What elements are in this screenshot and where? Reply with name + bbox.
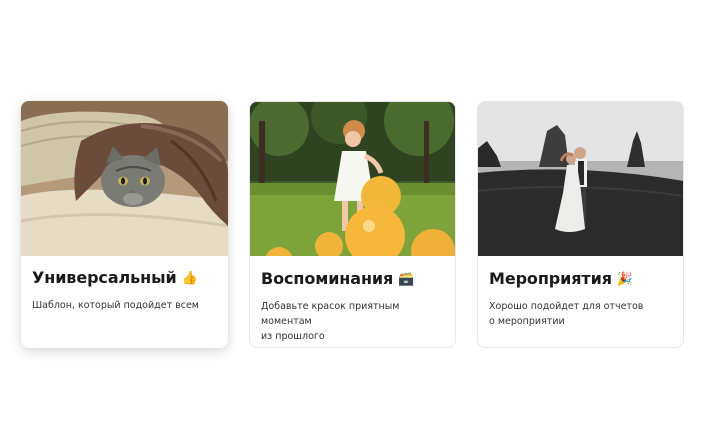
template-description: Хорошо подойдет для отчетов о мероприяти…	[489, 301, 644, 327]
template-card-memories[interactable]: Воспоминания 🗃️ Добавьте красок приятным …	[249, 101, 456, 348]
template-title: Воспоминания 🗃️	[261, 269, 415, 288]
template-photo-girl-balloons	[250, 102, 455, 256]
card-file-box-icon: 🗃️	[398, 272, 415, 287]
template-description: Шаблон, который подойдет всем	[32, 300, 199, 311]
template-photo-cat	[21, 101, 228, 256]
party-popper-icon: 🎉	[616, 272, 633, 287]
template-description: Добавьте красок приятным моментам из про…	[261, 301, 400, 342]
template-card-events[interactable]: Мероприятия 🎉 Хорошо подойдет для отчетов…	[477, 101, 684, 348]
thumbs-up-icon: 👍	[181, 271, 198, 286]
template-title: Мероприятия 🎉	[489, 269, 633, 288]
template-card-universal[interactable]: Универсальный 👍 Шаблон, который подойдет …	[21, 101, 228, 348]
template-cards-row: Универсальный 👍 Шаблон, который подойдет …	[21, 101, 685, 349]
template-photo-wedding-couple	[478, 102, 683, 256]
template-title: Универсальный 👍	[32, 268, 198, 287]
